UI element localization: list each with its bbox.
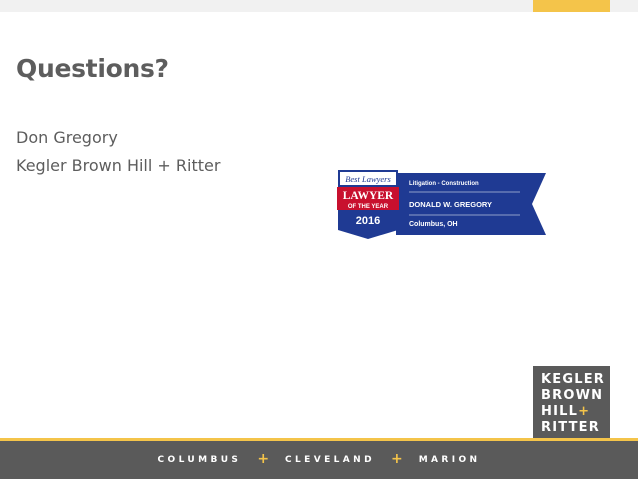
award-honor-line2: OF THE YEAR — [348, 204, 389, 210]
logo-line-hill: HILL+ — [541, 404, 610, 420]
footer-plus-icon: + — [390, 451, 403, 467]
award-practice-area: Litigation - Construction — [409, 181, 479, 187]
award-year: 2016 — [356, 215, 380, 227]
kegler-brown-logo: KEGLER BROWN HILL+ RITTER — [533, 366, 610, 438]
footer-city-columbus: COLUMBUS — [157, 455, 242, 465]
award-badge-graphic: Best Lawyers LAWYER OF THE YEAR 2016 Lit… — [337, 170, 546, 239]
award-location: Columbus, OH — [409, 221, 458, 228]
footer-plus-icon: + — [257, 451, 270, 467]
top-accent-tab — [533, 0, 610, 12]
firm-name: Kegler Brown Hill + Ritter — [16, 156, 221, 175]
logo-line-ritter: RITTER — [541, 420, 600, 435]
footer-city-cleveland: CLEVELAND — [285, 455, 375, 465]
slide: Questions? Don Gregory Kegler Brown Hill… — [0, 0, 638, 479]
logo-plus-icon: + — [578, 404, 591, 419]
logo-hill-text: HILL — [541, 404, 579, 419]
slide-title: Questions? — [16, 54, 169, 83]
footer-bar: COLUMBUS + CLEVELAND + MARION — [0, 441, 638, 479]
award-lawyer-name: DONALD W. GREGORY — [409, 200, 492, 209]
award-brand-text: Best Lawyers — [345, 174, 391, 184]
award-honor-line1: LAWYER — [343, 190, 394, 202]
best-lawyers-award-badge: Best Lawyers LAWYER OF THE YEAR 2016 Lit… — [334, 168, 546, 240]
logo-line-kegler: KEGLER — [541, 372, 605, 387]
footer-city-marion: MARION — [418, 455, 481, 465]
logo-line-brown: BROWN — [541, 388, 604, 403]
presenter-name: Don Gregory — [16, 128, 118, 147]
